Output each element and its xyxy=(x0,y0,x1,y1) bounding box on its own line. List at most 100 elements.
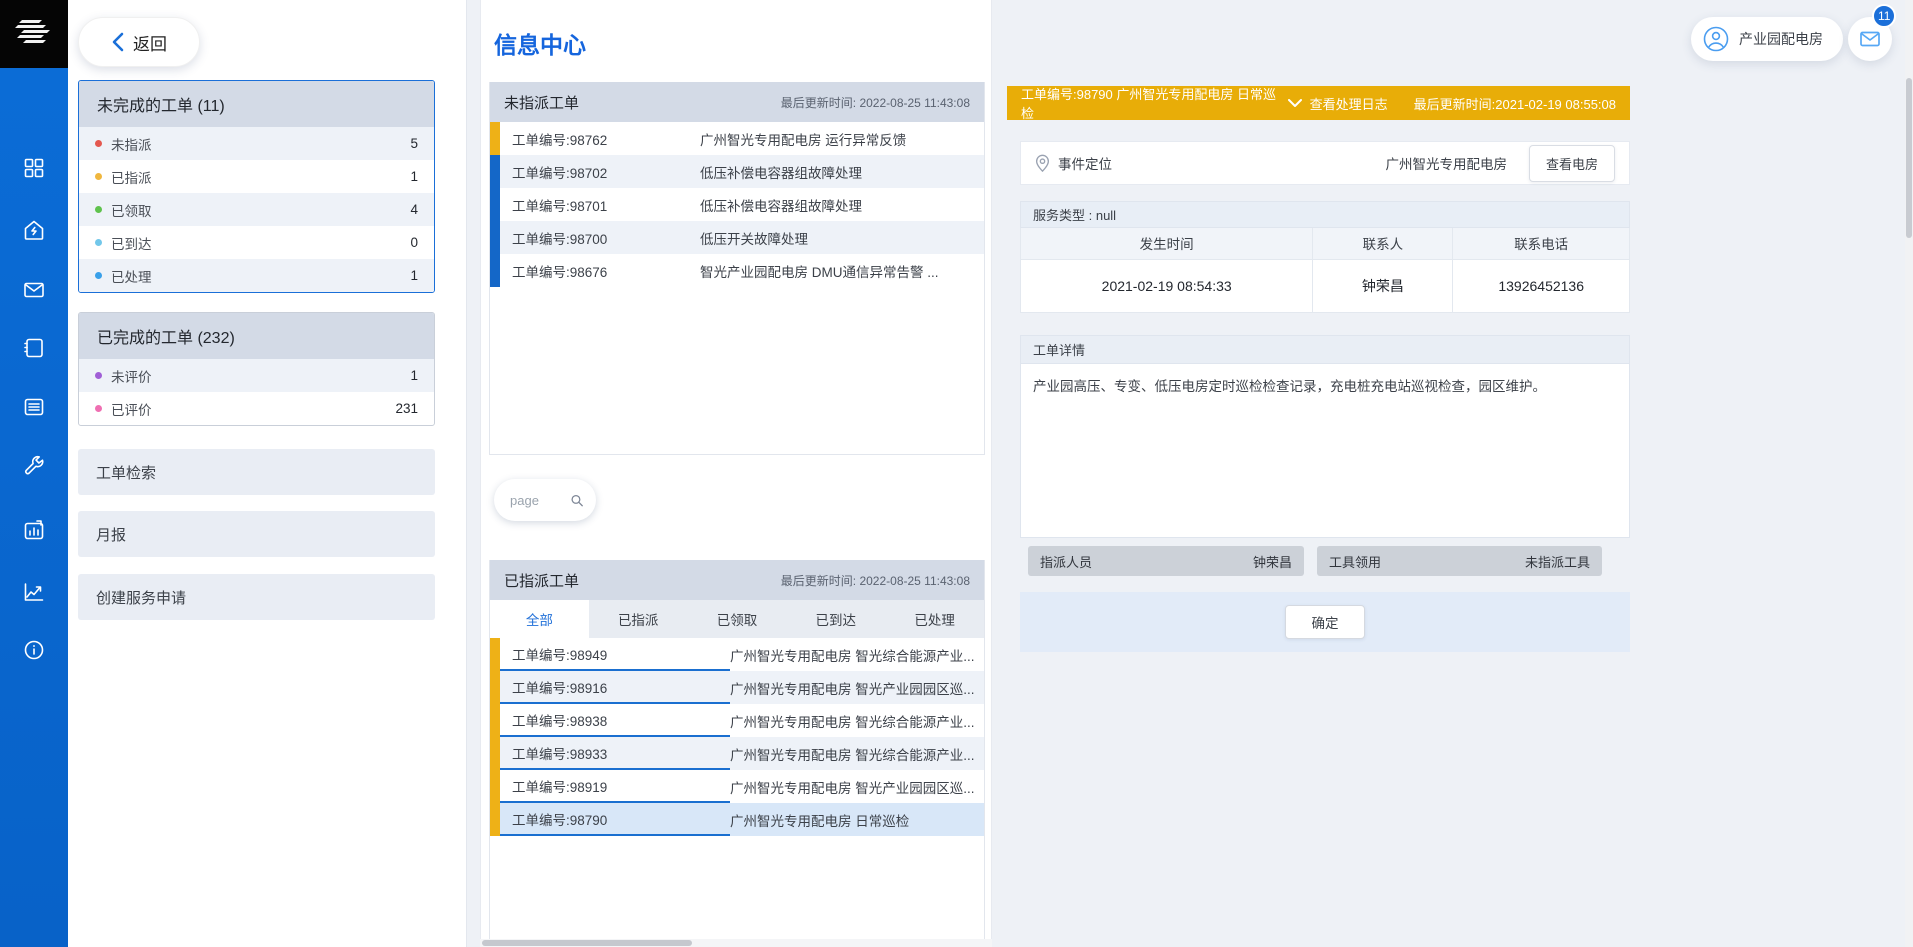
order-status-bar xyxy=(490,737,500,770)
unassigned-orders-header: 未指派工单 最后更新时间: 2022-08-25 11:43:08 xyxy=(490,82,984,122)
order-status-bar xyxy=(490,254,500,287)
tab-all[interactable]: 全部 xyxy=(490,600,589,638)
assignee-label: 指派人员 xyxy=(1040,552,1092,571)
horizontal-scrollbar-thumb[interactable] xyxy=(482,940,692,946)
stat-count: 5 xyxy=(410,136,418,151)
view-power-room-button[interactable]: 查看电房 xyxy=(1529,145,1615,182)
sidebar-item-order-search[interactable]: 工单检索 xyxy=(78,449,435,495)
order-number: 工单编号:98949 xyxy=(500,638,730,671)
order-description: 广州智光专用配电房 日常巡检 xyxy=(730,803,984,836)
dashboard-icon[interactable] xyxy=(22,156,46,180)
vertical-scrollbar[interactable] xyxy=(1905,0,1913,947)
order-number: 工单编号:98762 xyxy=(500,122,700,155)
tab-arrived[interactable]: 已到达 xyxy=(786,600,885,638)
order-detail-title: 工单编号:98790 广州智光专用配电房 日常巡检 xyxy=(1021,84,1288,122)
trend-chart-icon[interactable] xyxy=(22,580,46,604)
search-icon[interactable] xyxy=(570,492,584,509)
order-description: 低压开关故障处理 xyxy=(700,221,984,254)
order-number: 工单编号:98938 xyxy=(500,704,730,737)
mail-icon[interactable] xyxy=(22,278,46,302)
order-number: 工单编号:98702 xyxy=(500,155,700,188)
stat-count: 0 xyxy=(410,235,418,250)
order-row[interactable]: 工单编号:98702 低压补偿电容器组故障处理 xyxy=(490,155,984,188)
order-description: 广州智光专用配电房 智光产业园园区巡... xyxy=(730,770,984,803)
stat-row-unrated[interactable]: 未评价 1 xyxy=(79,359,434,392)
assigned-status-tabs: 全部 已指派 已领取 已到达 已处理 xyxy=(490,600,984,638)
stat-row-arrived[interactable]: 已到达 0 xyxy=(79,226,434,259)
col-occur-time: 发生时间 xyxy=(1021,228,1313,259)
unfinished-orders-card[interactable]: 未完成的工单 (11) 未指派 5 已指派 1 已领取 4 已到达 0 xyxy=(78,80,435,293)
back-button[interactable]: 返回 xyxy=(78,17,200,67)
tab-assigned[interactable]: 已指派 xyxy=(589,600,688,638)
sidebar-item-create-service-request[interactable]: 创建服务申请 xyxy=(78,574,435,620)
status-dot xyxy=(95,173,102,180)
sidebar-item-monthly-report[interactable]: 月报 xyxy=(78,511,435,557)
user-account-chip[interactable]: 产业园配电房 xyxy=(1691,17,1843,61)
order-number: 工单编号:98919 xyxy=(500,770,730,803)
unfinished-orders-list: 未指派 5 已指派 1 已领取 4 已到达 0 已处理 1 xyxy=(79,127,434,292)
unassigned-orders-title: 未指派工单 xyxy=(504,92,579,113)
view-process-log-link[interactable]: 查看处理日志 xyxy=(1288,94,1388,113)
assigned-orders-title: 已指派工单 xyxy=(504,570,579,591)
stat-row-claimed[interactable]: 已领取 4 xyxy=(79,193,434,226)
unassigned-orders-card: 未指派工单 最后更新时间: 2022-08-25 11:43:08 工单编号:9… xyxy=(489,82,985,455)
app-logo xyxy=(0,0,68,68)
order-row[interactable]: 工单编号:98919 广州智光专用配电房 智光产业园园区巡... xyxy=(490,770,984,803)
bar-chart-icon[interactable] xyxy=(22,518,46,542)
order-row[interactable]: 工单编号:98933 广州智光专用配电房 智光综合能源产业... xyxy=(490,737,984,770)
order-status-bar xyxy=(490,188,500,221)
stat-count: 1 xyxy=(410,368,418,383)
confirm-button[interactable]: 确定 xyxy=(1285,605,1365,639)
stat-label: 已领取 xyxy=(111,200,152,220)
order-description: 广州智光专用配电房 智光综合能源产业... xyxy=(730,638,984,671)
unfinished-orders-title: 未完成的工单 (11) xyxy=(79,81,434,127)
unread-count-badge: 11 xyxy=(1872,4,1896,28)
order-row[interactable]: 工单编号:98700 低压开关故障处理 xyxy=(490,221,984,254)
order-number: 工单编号:98790 xyxy=(500,803,730,836)
assigned-orders-list: 工单编号:98949 广州智光专用配电房 智光综合能源产业... 工单编号:98… xyxy=(490,638,984,836)
stat-count: 1 xyxy=(410,268,418,283)
order-row[interactable]: 工单编号:98676 智光产业园配电房 DMU通信异常告警 ... xyxy=(490,254,984,287)
info-icon[interactable] xyxy=(22,638,46,662)
work-order-sidebar: 返回 未完成的工单 (11) 未指派 5 已指派 1 已领取 4 已到达 xyxy=(68,0,467,947)
order-row[interactable]: 工单编号:98916 广州智光专用配电房 智光产业园园区巡... xyxy=(490,671,984,704)
order-number: 工单编号:98933 xyxy=(500,737,730,770)
order-description: 低压补偿电容器组故障处理 xyxy=(700,155,984,188)
home-energy-icon[interactable] xyxy=(22,218,46,242)
tab-claimed[interactable]: 已领取 xyxy=(688,600,787,638)
horizontal-scrollbar[interactable] xyxy=(480,939,992,947)
view-process-log-label: 查看处理日志 xyxy=(1310,94,1388,113)
finished-orders-card[interactable]: 已完成的工单 (232) 未评价 1 已评价 231 xyxy=(78,312,435,426)
order-description: 广州智光专用配电房 运行异常反馈 xyxy=(700,122,984,155)
page-search-input[interactable] xyxy=(510,493,562,508)
stat-row-rated[interactable]: 已评价 231 xyxy=(79,392,434,425)
order-row[interactable]: 工单编号:98938 广州智光专用配电房 智光综合能源产业... xyxy=(490,704,984,737)
order-row[interactable]: 工单编号:98762 广州智光专用配电房 运行异常反馈 xyxy=(490,122,984,155)
user-name-label: 产业园配电房 xyxy=(1739,29,1823,49)
stat-label: 已处理 xyxy=(111,266,152,286)
order-row[interactable]: 工单编号:98701 低压补偿电容器组故障处理 xyxy=(490,188,984,221)
occur-time-value: 2021-02-19 08:54:33 xyxy=(1021,259,1313,312)
order-row[interactable]: 工单编号:98949 广州智光专用配电房 智光综合能源产业... xyxy=(490,638,984,671)
stat-row-assigned[interactable]: 已指派 1 xyxy=(79,160,434,193)
stat-row-processed[interactable]: 已处理 1 xyxy=(79,259,434,292)
tab-processed[interactable]: 已处理 xyxy=(885,600,984,638)
info-center-panel: 信息中心 未指派工单 最后更新时间: 2022-08-25 11:43:08 工… xyxy=(480,0,992,947)
order-row-selected[interactable]: 工单编号:98790 广州智光专用配电房 日常巡检 xyxy=(490,803,984,836)
order-number: 工单编号:98916 xyxy=(500,671,730,704)
notebook-icon[interactable] xyxy=(22,336,46,360)
event-location-label: 事件定位 xyxy=(1058,153,1112,173)
page-title: 信息中心 xyxy=(494,26,586,60)
vertical-scrollbar-thumb[interactable] xyxy=(1906,78,1912,238)
status-dot xyxy=(95,239,102,246)
stat-row-unassigned[interactable]: 未指派 5 xyxy=(79,127,434,160)
list-icon[interactable] xyxy=(22,395,46,419)
assigned-orders-header: 已指派工单 最后更新时间: 2022-08-25 11:43:08 xyxy=(490,560,984,600)
order-number: 工单编号:98701 xyxy=(500,188,700,221)
order-description: 广州智光专用配电房 智光综合能源产业... xyxy=(730,704,984,737)
page-search-box[interactable] xyxy=(494,479,596,521)
order-detail-header[interactable]: 工单编号:98790 广州智光专用配电房 日常巡检 查看处理日志 最后更新时间:… xyxy=(1007,86,1630,120)
work-order-detail-box: 工单详情 产业园高压、专变、低压电房定时巡检检查记录，充电桩充电站巡视检查，园区… xyxy=(1020,335,1630,538)
assigned-updated-time: 最后更新时间: 2022-08-25 11:43:08 xyxy=(781,572,970,589)
wrench-icon[interactable] xyxy=(22,453,46,477)
